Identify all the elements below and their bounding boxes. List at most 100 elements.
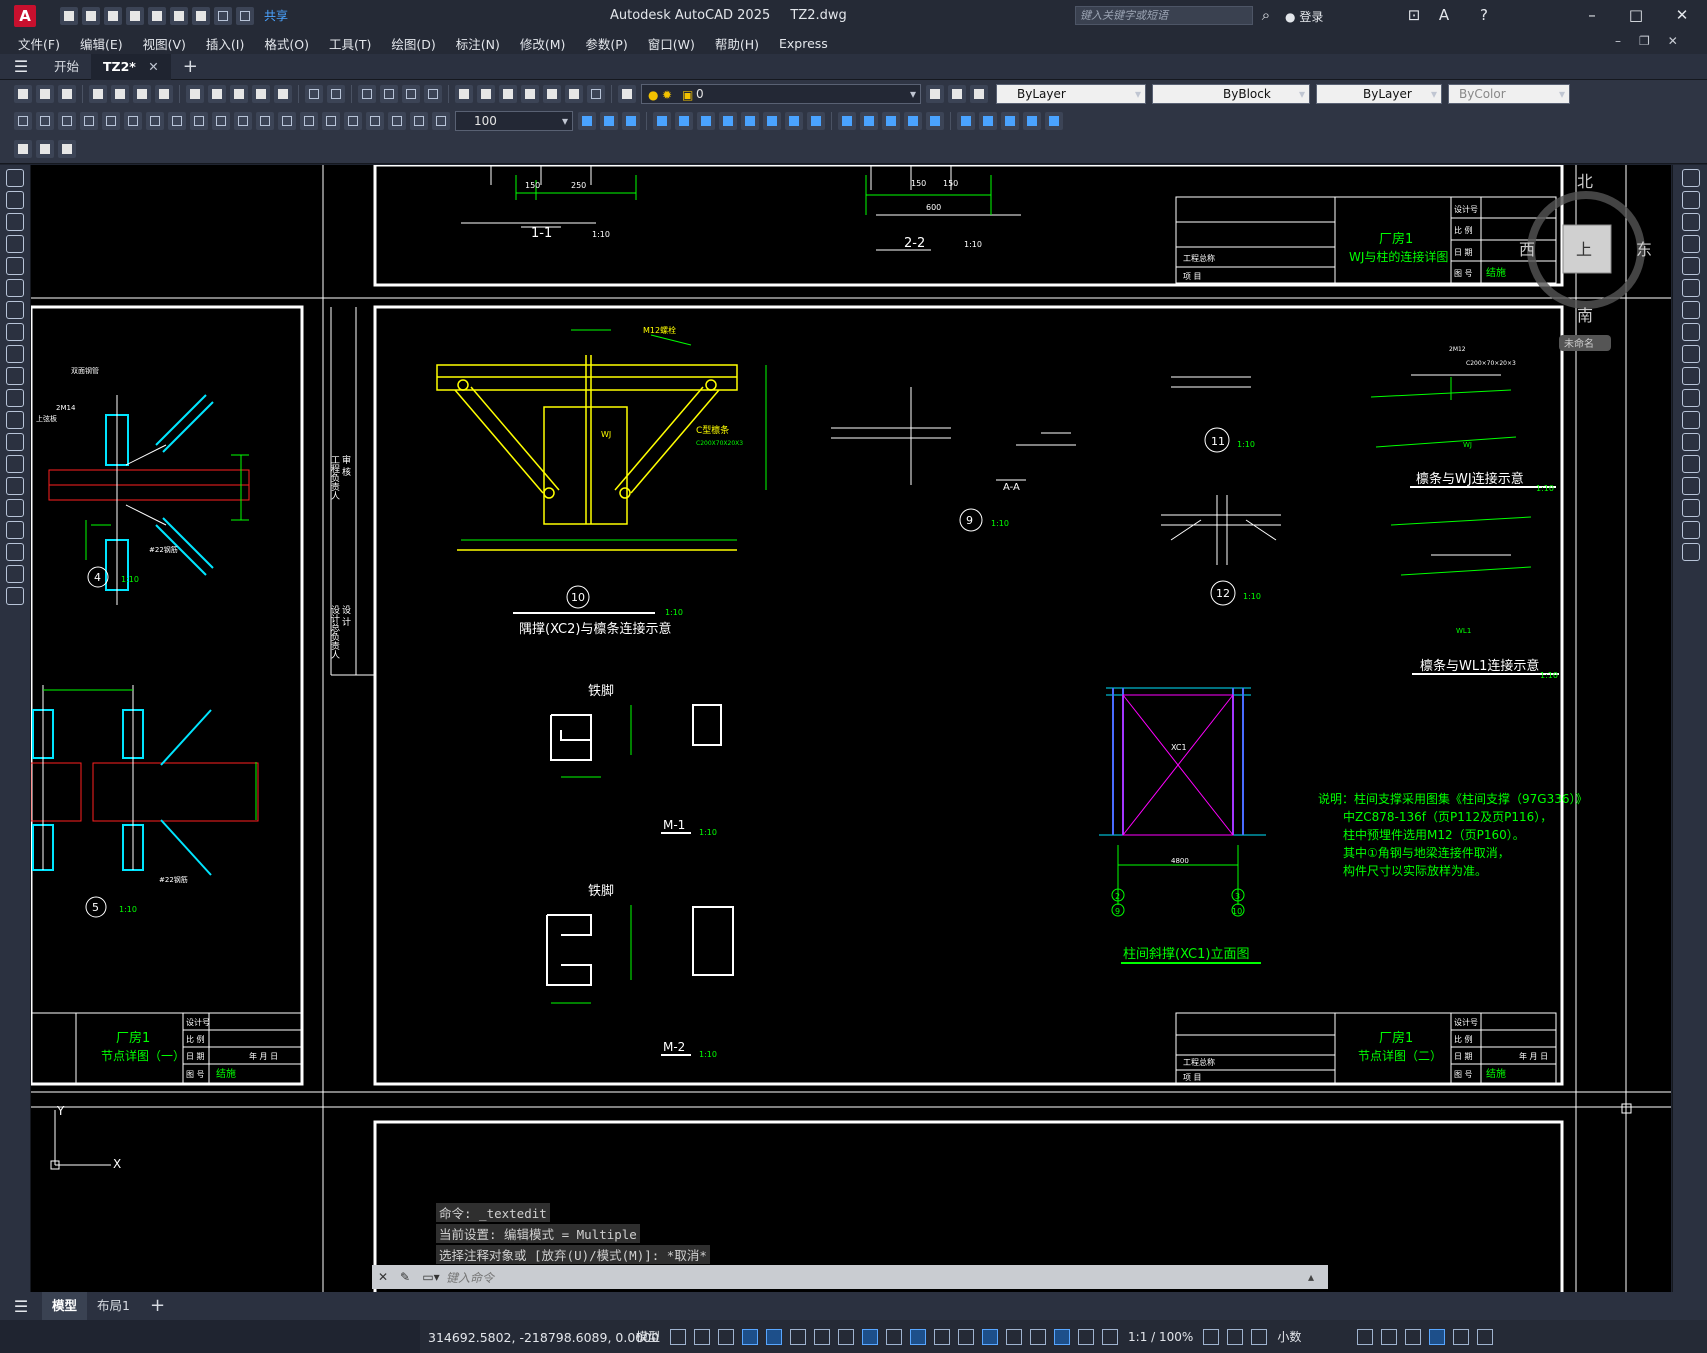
tab-layout1[interactable]: 布局1 bbox=[87, 1292, 140, 1320]
dim-radius-icon[interactable] bbox=[102, 112, 120, 130]
erase-icon[interactable] bbox=[1681, 169, 1700, 187]
zoom-window-icon[interactable] bbox=[402, 85, 420, 103]
lock-ui-icon[interactable] bbox=[1381, 1328, 1398, 1345]
modify-erase-icon[interactable] bbox=[719, 112, 737, 130]
dim-ordinate-icon[interactable] bbox=[80, 112, 98, 130]
matchprop-icon[interactable] bbox=[252, 85, 270, 103]
menu-insert[interactable]: 插入(I) bbox=[196, 34, 254, 53]
redo-icon[interactable] bbox=[236, 7, 254, 25]
snap-icon[interactable] bbox=[694, 1328, 711, 1345]
dim-space-icon[interactable] bbox=[256, 112, 274, 130]
spline-icon[interactable] bbox=[6, 345, 24, 363]
undo-icon[interactable] bbox=[214, 7, 232, 25]
fillet-icon[interactable] bbox=[1681, 499, 1700, 517]
wcs-menu[interactable]: 未命名 bbox=[1564, 337, 1594, 350]
dim-diameter-icon[interactable] bbox=[146, 112, 164, 130]
selection-cycling-icon[interactable] bbox=[934, 1328, 951, 1345]
join-icon[interactable] bbox=[1681, 455, 1700, 473]
bring-front-icon[interactable] bbox=[1001, 112, 1019, 130]
hatch-icon[interactable] bbox=[6, 477, 24, 495]
dim-baseline-icon[interactable] bbox=[212, 112, 230, 130]
copy-object-icon[interactable] bbox=[1681, 191, 1700, 209]
menu-dimension[interactable]: 标注(N) bbox=[446, 34, 510, 53]
open-icon[interactable] bbox=[82, 7, 100, 25]
command-close-icon[interactable]: ✕ bbox=[372, 1270, 394, 1284]
draw-order-icon[interactable] bbox=[979, 112, 997, 130]
dim-update-icon[interactable] bbox=[432, 112, 450, 130]
new-tab-plus-icon[interactable]: + bbox=[171, 54, 210, 80]
modify-offset-icon[interactable] bbox=[622, 112, 640, 130]
units-dropdown[interactable]: 小数 bbox=[1277, 1328, 1347, 1345]
insert-block-icon[interactable] bbox=[6, 411, 24, 429]
annotation-visibility-icon[interactable] bbox=[1054, 1328, 1071, 1345]
coordinate-readout[interactable]: 314692.5802, -218798.6089, 0.0000 bbox=[428, 1330, 659, 1345]
gradient-icon[interactable] bbox=[6, 499, 24, 517]
dim-break-icon[interactable] bbox=[278, 112, 296, 130]
dim-text-edit-icon[interactable] bbox=[410, 112, 428, 130]
viewcube-south[interactable]: 南 bbox=[1577, 306, 1593, 325]
modify-scale-icon[interactable] bbox=[741, 112, 759, 130]
calculator-icon[interactable] bbox=[565, 85, 583, 103]
customize-icon[interactable] bbox=[1477, 1328, 1494, 1345]
jogged-linear-icon[interactable] bbox=[366, 112, 384, 130]
auto-scale-icon[interactable] bbox=[1078, 1328, 1095, 1345]
modify-chamfer-icon[interactable] bbox=[882, 112, 900, 130]
doc-close-icon[interactable]: ✕ bbox=[1668, 34, 1678, 48]
modify-extend-icon[interactable] bbox=[807, 112, 825, 130]
linetype-dropdown[interactable]: ByBlock bbox=[1152, 84, 1310, 104]
offset-icon[interactable] bbox=[1681, 235, 1700, 253]
command-expand-icon[interactable]: ▴ bbox=[1308, 1270, 1328, 1284]
ortho-icon[interactable] bbox=[766, 1328, 783, 1345]
modify-blend-icon[interactable] bbox=[926, 112, 944, 130]
menu-edit[interactable]: 编辑(E) bbox=[70, 34, 133, 53]
menu-express[interactable]: Express bbox=[769, 36, 838, 51]
qnew-icon[interactable] bbox=[14, 85, 32, 103]
osnap-icon[interactable] bbox=[862, 1328, 879, 1345]
modify-stretch-icon[interactable] bbox=[763, 112, 781, 130]
mtext-icon[interactable] bbox=[6, 565, 24, 583]
modify-move-icon[interactable] bbox=[675, 112, 693, 130]
doc-minimize-icon[interactable]: – bbox=[1615, 34, 1621, 48]
copy-icon[interactable] bbox=[208, 85, 226, 103]
dynamic-ucs-icon[interactable] bbox=[982, 1328, 999, 1345]
dim-quick-icon[interactable] bbox=[190, 112, 208, 130]
modify-mirror-icon[interactable] bbox=[600, 112, 618, 130]
make-current-icon[interactable] bbox=[926, 85, 944, 103]
help-icon[interactable]: ? bbox=[1475, 6, 1493, 24]
polar-icon[interactable] bbox=[790, 1328, 807, 1345]
break-icon[interactable] bbox=[1681, 433, 1700, 451]
dim-arc-icon[interactable] bbox=[58, 112, 76, 130]
undo-tb-icon[interactable] bbox=[305, 85, 323, 103]
dim-jogged-icon[interactable] bbox=[124, 112, 142, 130]
open-file-icon[interactable] bbox=[36, 85, 54, 103]
zoom-previous-icon[interactable] bbox=[424, 85, 442, 103]
block-editor-icon[interactable] bbox=[274, 85, 292, 103]
web-save-icon[interactable] bbox=[170, 7, 188, 25]
grid-icon[interactable] bbox=[670, 1328, 687, 1345]
menu-draw[interactable]: 绘图(D) bbox=[381, 34, 445, 53]
revision-cloud-icon[interactable] bbox=[6, 323, 24, 341]
lineweight-icon[interactable] bbox=[886, 1328, 903, 1345]
modify-break-icon[interactable] bbox=[838, 112, 856, 130]
rotate-icon[interactable] bbox=[1681, 301, 1700, 319]
search-input[interactable]: 键入关键字或短语 bbox=[1075, 6, 1253, 25]
tab-start[interactable]: 开始 bbox=[42, 54, 91, 80]
search-icon[interactable]: ⌕ bbox=[1257, 6, 1275, 24]
menu-help[interactable]: 帮助(H) bbox=[705, 34, 769, 53]
rectangle-icon[interactable] bbox=[6, 257, 24, 275]
3d-osnap-icon[interactable] bbox=[958, 1328, 975, 1345]
web-open-icon[interactable] bbox=[148, 7, 166, 25]
dim-linear-icon[interactable] bbox=[14, 112, 32, 130]
tool-palettes-icon[interactable] bbox=[499, 85, 517, 103]
object-track-icon[interactable] bbox=[838, 1328, 855, 1345]
dim-scale-dropdown[interactable]: 100 bbox=[455, 111, 573, 131]
chamfer-icon[interactable] bbox=[1681, 477, 1700, 495]
trim-icon[interactable] bbox=[1681, 367, 1700, 385]
modify-explode-icon[interactable] bbox=[957, 112, 975, 130]
tab-model[interactable]: 模型 bbox=[42, 1292, 88, 1320]
menu-tools[interactable]: 工具(T) bbox=[319, 34, 381, 53]
menu-view[interactable]: 视图(V) bbox=[133, 34, 196, 53]
command-customize-icon[interactable]: ✎ bbox=[394, 1270, 416, 1284]
zoom-realtime-icon[interactable] bbox=[380, 85, 398, 103]
hamburger-menu-icon[interactable]: ☰ bbox=[0, 57, 42, 76]
